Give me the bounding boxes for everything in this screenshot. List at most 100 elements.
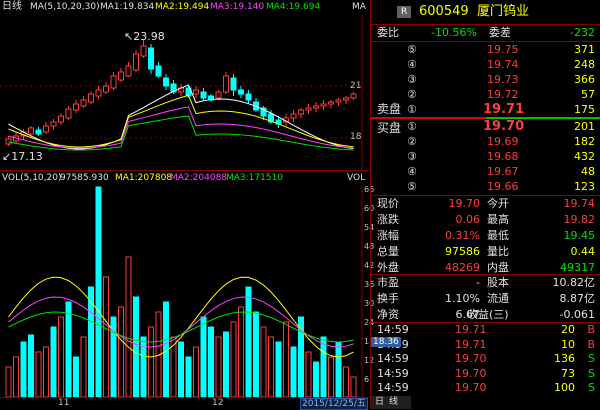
volume-bar: [350, 376, 357, 397]
fund-row: 净资 6.67 收益(三) -0.061: [371, 307, 600, 323]
volume-bar: [28, 334, 34, 397]
tick-time: 14:59: [377, 352, 409, 365]
candle-body: [125, 65, 132, 77]
sell-order-row[interactable]: ① 19.71 175: [371, 102, 600, 117]
candle-body: [133, 53, 139, 71]
fund-row: 换手 1.10% 流通 8.87亿: [371, 291, 600, 307]
bottom-tab-2[interactable]: 线: [389, 396, 398, 409]
bottom-tab[interactable]: 日 线: [371, 396, 411, 409]
tick-direction: B: [587, 323, 595, 336]
stock-code: 600549: [419, 4, 469, 19]
volume-bar: [13, 356, 19, 397]
vol-ma3: MA3:171510: [226, 173, 284, 183]
sell-order-row[interactable]: ② 19.72 57: [371, 87, 600, 102]
sell-order-vol: 175: [574, 103, 595, 116]
tick-direction: S: [588, 381, 595, 394]
market-badge: R: [397, 6, 412, 18]
quote-label: 最高: [487, 213, 509, 226]
buy-order-label: ②: [407, 135, 417, 148]
candle-body: [343, 97, 349, 101]
tick-price: 19.70: [455, 366, 487, 380]
low-price-label: ↙17.13: [2, 150, 43, 163]
candle-body: [95, 89, 102, 97]
quote-panel: R 600549 厦门钨业 委比 -10.56% 委差 -232 卖盘 ⑤ 19…: [370, 0, 600, 409]
candle-body: [163, 77, 169, 87]
candle-body: [245, 93, 252, 101]
sell-order-vol: 248: [574, 58, 595, 71]
quote-value: 19.70: [448, 197, 481, 210]
ma4-value: MA4:19.694: [266, 2, 321, 12]
buy-order-row[interactable]: ② 19.69 182: [371, 134, 600, 149]
buy-order-row[interactable]: ④ 19.67 48: [371, 164, 600, 179]
volume-bar: [50, 326, 57, 397]
candle-body: [80, 99, 87, 107]
quote-row: 涨跌 0.06 最高 19.82: [371, 212, 600, 228]
fund-label: 换手: [377, 292, 399, 305]
tick-time: 14:59: [377, 381, 409, 394]
candle-body: [305, 107, 312, 111]
candle-body: [193, 89, 199, 95]
volume-bar: [335, 341, 342, 397]
volume-bar: [230, 321, 237, 397]
volume-bar: [58, 316, 64, 397]
weicha-value: -232: [570, 26, 595, 39]
tick-volume: 136: [554, 352, 575, 365]
fund-value: -: [476, 276, 480, 289]
tick-volume: 10: [561, 337, 575, 351]
sell-order-label: ⑤: [407, 43, 417, 56]
tick-row: 14:59 19.71 10 B: [371, 338, 600, 352]
volume-bar: [313, 361, 319, 397]
quote-label: 涨跌: [377, 213, 399, 226]
volume-bar: [5, 366, 12, 397]
fund-table: 市盈 - 股本 10.82亿 换手 1.10% 流通 8.87亿 净资 6.67…: [371, 275, 600, 323]
candle-body: [350, 93, 357, 99]
fund-label: 净资: [377, 308, 399, 321]
tick-row: 14:59 19.70 136 S: [371, 352, 600, 366]
buy-order-vol: 123: [574, 180, 595, 193]
kline-chart[interactable]: [0, 14, 370, 170]
candle-body: [335, 99, 342, 103]
candle-body: [43, 125, 49, 133]
ma-flag: MA: [352, 2, 366, 12]
buy-order-price: 19.66: [487, 180, 519, 193]
buy-order-row[interactable]: ① 19.70 201: [371, 119, 600, 134]
quote-label: 最低: [487, 229, 509, 242]
candle-body: [73, 103, 79, 111]
sell-order-label: ②: [407, 88, 417, 101]
candle-body: [35, 129, 42, 135]
volume-current-badge: 18.36: [371, 337, 401, 347]
volume-chart[interactable]: [0, 185, 370, 397]
fund-value: 8.87亿: [559, 292, 596, 305]
tick-volume: 73: [561, 366, 575, 380]
candle-body: [238, 89, 244, 95]
sell-order-row[interactable]: ⑤ 19.75 371: [371, 42, 600, 57]
volume-bar: [245, 286, 252, 397]
volume-bar: [320, 336, 327, 397]
candle-body: [140, 45, 147, 57]
candle-body: [290, 113, 297, 119]
tick-row: 14:59 19.70 100 S: [371, 381, 600, 395]
volume-bar: [283, 321, 289, 397]
sell-orders: 卖盘 ⑤ 19.75 371 ④ 19.74 248 ③ 19.73 366 ②…: [371, 42, 600, 118]
x-label-12: 12: [212, 398, 224, 408]
chart-area[interactable]: 日线 MA(5,10,20,30) MA1:19.834 MA2:19.494 …: [0, 0, 401, 410]
x-label-11: 11: [58, 398, 70, 408]
volume-bar: [305, 351, 312, 397]
sell-order-row[interactable]: ③ 19.73 366: [371, 72, 600, 87]
quote-value: 0.31%: [445, 229, 480, 242]
fund-value: 1.10%: [445, 292, 480, 305]
candle-body: [298, 109, 304, 115]
tick-direction: S: [588, 352, 595, 365]
tick-volume: 100: [554, 381, 575, 394]
candle-body: [28, 127, 34, 135]
sell-order-price: 19.75: [487, 43, 519, 56]
sell-order-row[interactable]: ④ 19.74 248: [371, 57, 600, 72]
candle-body: [58, 115, 64, 123]
weicha-label: 委差: [489, 26, 511, 39]
tick-row: 14:59 19.70 73 S: [371, 367, 600, 381]
volume-bar: [118, 306, 124, 397]
buy-order-row[interactable]: ③ 19.68 432: [371, 149, 600, 164]
buy-order-row[interactable]: ⑤ 19.66 123: [371, 179, 600, 194]
bottom-tab-1[interactable]: 日: [375, 396, 384, 409]
quote-label: 涨幅: [377, 229, 399, 242]
